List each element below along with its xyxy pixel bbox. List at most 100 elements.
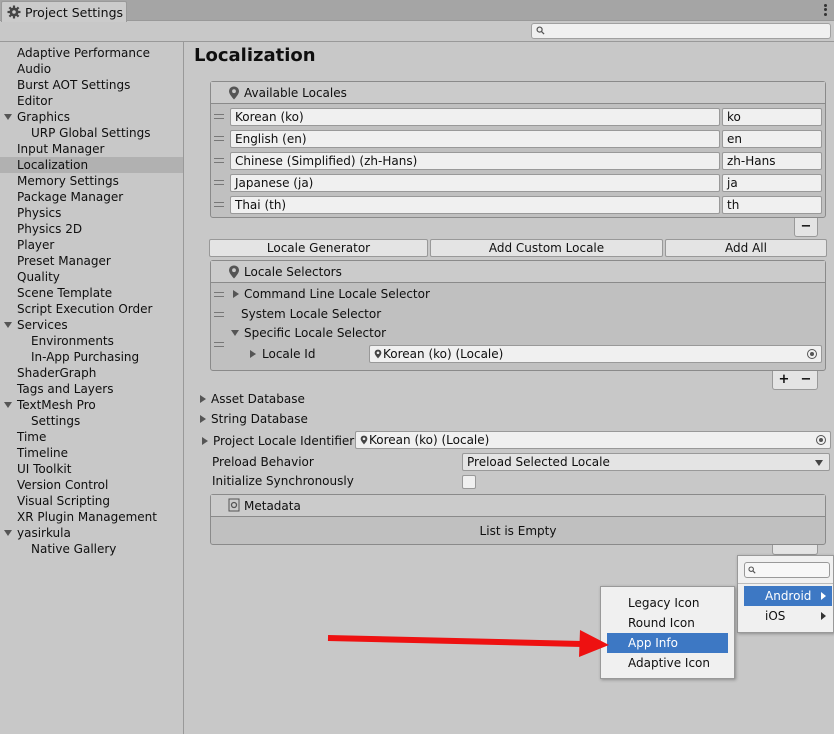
sidebar-item-physics[interactable]: Physics [17, 205, 61, 221]
menu-separator [738, 583, 833, 584]
locale-id-label: Locale Id [262, 347, 316, 361]
menu-item-android-label: Android [765, 589, 812, 603]
search-input[interactable] [531, 23, 831, 39]
drag-handle-icon[interactable] [214, 114, 224, 119]
more-options-icon[interactable] [822, 3, 828, 17]
add-metadata-button[interactable] [773, 545, 795, 554]
locale-name-field[interactable]: Chinese (Simplified) (zh-Hans) [230, 152, 720, 170]
locale-code-field[interactable]: ko [722, 108, 822, 126]
sidebar-item-native-gallery[interactable]: Native Gallery [31, 541, 116, 557]
sidebar-item-physics-2d[interactable]: Physics 2D [17, 221, 82, 237]
sidebar-item-burst-aot-settings[interactable]: Burst AOT Settings [17, 77, 130, 93]
sidebar-item-quality[interactable]: Quality [17, 269, 60, 285]
locale-code-field[interactable]: en [722, 130, 822, 148]
fold-arrow-icon[interactable] [4, 402, 12, 408]
drag-handle-icon[interactable] [214, 158, 224, 163]
menu-item-legacy-icon[interactable]: Legacy Icon [607, 593, 728, 613]
locale-code-field[interactable]: ja [722, 174, 822, 192]
locale-selectors-header: Locale Selectors [211, 261, 825, 283]
sidebar-item-textmesh-settings[interactable]: Settings [31, 413, 80, 429]
search-icon [748, 566, 756, 574]
drag-handle-icon[interactable] [214, 136, 224, 141]
expand-arrow-icon[interactable] [250, 350, 256, 358]
fold-arrow-icon[interactable] [4, 530, 12, 536]
menu-item-round-icon[interactable]: Round Icon [607, 613, 728, 633]
remove-metadata-button[interactable] [795, 545, 817, 554]
sidebar-item-time[interactable]: Time [17, 429, 46, 445]
metadata-title: Metadata [244, 499, 301, 513]
object-picker-icon[interactable] [807, 349, 817, 359]
command-line-locale-selector[interactable]: Command Line Locale Selector [244, 286, 430, 302]
locale-name-field[interactable]: Korean (ko) [230, 108, 720, 126]
asset-database-foldout[interactable]: Asset Database [211, 391, 305, 407]
menu-item-adaptive-icon[interactable]: Adaptive Icon [607, 653, 728, 673]
remove-selector-button[interactable]: − [795, 371, 817, 389]
menu-item-android[interactable]: Android [744, 586, 832, 606]
sidebar-item-shadergraph[interactable]: ShaderGraph [17, 365, 96, 381]
sidebar-item-environments[interactable]: Environments [31, 333, 114, 349]
object-picker-icon[interactable] [816, 435, 826, 445]
specific-locale-selector[interactable]: Specific Locale Selector [244, 325, 386, 341]
android-submenu: Legacy Icon Round Icon App Info Adaptive… [600, 586, 735, 679]
drag-handle-icon[interactable] [214, 180, 224, 185]
sidebar-item-memory-settings[interactable]: Memory Settings [17, 173, 119, 189]
menu-item-ios[interactable]: iOS [744, 606, 832, 626]
sidebar-item-editor[interactable]: Editor [17, 93, 53, 109]
sidebar-item-localization[interactable]: Localization [0, 157, 183, 173]
preload-behavior-dropdown[interactable]: Preload Selected Locale [462, 453, 830, 471]
sidebar-item-input-manager[interactable]: Input Manager [17, 141, 105, 157]
sidebar-item-player[interactable]: Player [17, 237, 54, 253]
project-locale-identifier-label[interactable]: Project Locale Identifier [213, 433, 354, 449]
drag-handle-icon[interactable] [214, 202, 224, 207]
sidebar-item-xr-plugin-management[interactable]: XR Plugin Management [17, 509, 157, 525]
locale-code-field[interactable]: th [722, 196, 822, 214]
tab-title: Project Settings [25, 4, 124, 20]
add-all-button[interactable]: Add All [665, 239, 827, 257]
menu-item-app-info[interactable]: App Info [607, 633, 728, 653]
sidebar-item-tags-and-layers[interactable]: Tags and Layers [17, 381, 113, 397]
platform-search-input[interactable] [744, 562, 830, 578]
expand-arrow-icon[interactable] [200, 415, 206, 423]
locale-id-field[interactable]: Korean (ko) (Locale) [369, 345, 822, 363]
add-custom-locale-button[interactable]: Add Custom Locale [430, 239, 663, 257]
sidebar-item-services[interactable]: Services [17, 317, 68, 333]
locale-name-field[interactable]: Japanese (ja) [230, 174, 720, 192]
drag-handle-icon[interactable] [214, 342, 224, 347]
metadata-list-footer [772, 545, 818, 555]
sidebar-item-urp-global-settings[interactable]: URP Global Settings [31, 125, 150, 141]
sidebar-item-preset-manager[interactable]: Preset Manager [17, 253, 111, 269]
expand-arrow-icon[interactable] [233, 290, 239, 298]
drag-handle-icon[interactable] [214, 312, 224, 317]
sidebar-item-visual-scripting[interactable]: Visual Scripting [17, 493, 110, 509]
project-locale-identifier-field[interactable]: Korean (ko) (Locale) [355, 431, 831, 449]
sidebar-item-scene-template[interactable]: Scene Template [17, 285, 112, 301]
string-database-foldout[interactable]: String Database [211, 411, 308, 427]
drag-handle-icon[interactable] [214, 292, 224, 297]
sidebar-item-version-control[interactable]: Version Control [17, 477, 108, 493]
fold-arrow-icon[interactable] [4, 322, 12, 328]
sidebar-item-adaptive-performance[interactable]: Adaptive Performance [17, 45, 150, 61]
locale-name-field[interactable]: Thai (th) [230, 196, 720, 214]
initialize-synchronously-checkbox[interactable] [462, 475, 476, 489]
system-locale-selector[interactable]: System Locale Selector [241, 306, 381, 322]
sidebar-item-audio[interactable]: Audio [17, 61, 51, 77]
collapse-arrow-icon[interactable] [231, 330, 239, 336]
locale-generator-button[interactable]: Locale Generator [209, 239, 428, 257]
expand-arrow-icon[interactable] [202, 437, 208, 445]
sidebar-item-script-execution-order[interactable]: Script Execution Order [17, 301, 152, 317]
locale-name-field[interactable]: English (en) [230, 130, 720, 148]
sidebar-item-timeline[interactable]: Timeline [17, 445, 68, 461]
sidebar-item-in-app-purchasing[interactable]: In-App Purchasing [31, 349, 139, 365]
sidebar-item-graphics[interactable]: Graphics [17, 109, 70, 125]
fold-arrow-icon[interactable] [4, 114, 12, 120]
tab-project-settings[interactable]: Project Settings [1, 1, 127, 22]
locale-code-field[interactable]: zh-Hans [722, 152, 822, 170]
sidebar-item-yasirkula[interactable]: yasirkula [17, 525, 71, 541]
remove-locale-button[interactable]: − [795, 218, 817, 236]
add-selector-button[interactable]: + [773, 371, 795, 389]
expand-arrow-icon[interactable] [200, 395, 206, 403]
sidebar-item-ui-toolkit[interactable]: UI Toolkit [17, 461, 71, 477]
sidebar-item-package-manager[interactable]: Package Manager [17, 189, 123, 205]
project-locale-identifier-value: Korean (ko) (Locale) [369, 433, 490, 447]
sidebar-item-textmesh-pro[interactable]: TextMesh Pro [17, 397, 96, 413]
